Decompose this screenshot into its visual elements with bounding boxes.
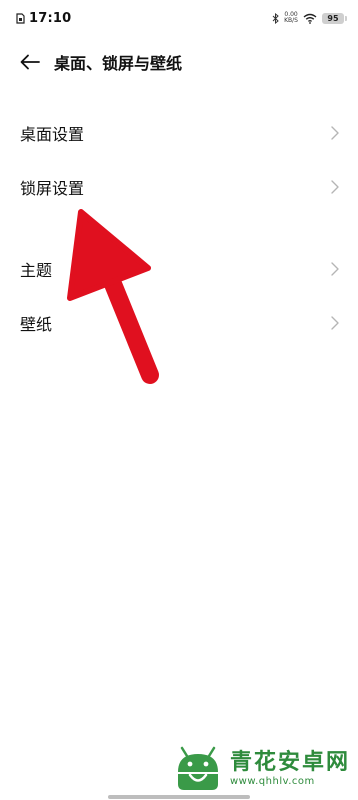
settings-item-label: 主题 bbox=[20, 261, 53, 280]
settings-list: 桌面设置 锁屏设置 主题 壁纸 bbox=[0, 106, 358, 350]
list-section-gap bbox=[0, 214, 358, 242]
status-right: 0.00 KB/S 95 bbox=[272, 12, 347, 24]
chevron-right-icon bbox=[331, 262, 339, 276]
settings-item-desktop[interactable]: 桌面设置 bbox=[0, 106, 358, 160]
settings-item-theme[interactable]: 主题 bbox=[0, 242, 358, 296]
settings-item-label: 锁屏设置 bbox=[20, 179, 85, 198]
network-speed: 0.00 KB/S bbox=[284, 12, 298, 24]
chevron-right-icon bbox=[331, 126, 339, 140]
wifi-icon bbox=[303, 13, 317, 24]
settings-item-wallpaper[interactable]: 壁纸 bbox=[0, 296, 358, 350]
settings-item-label: 桌面设置 bbox=[20, 125, 85, 144]
android-logo-icon bbox=[178, 746, 218, 790]
battery-level: 95 bbox=[327, 13, 339, 23]
settings-item-lockscreen[interactable]: 锁屏设置 bbox=[0, 160, 358, 214]
status-bar: 17:10 0.00 KB/S 95 bbox=[0, 0, 358, 40]
back-arrow-icon bbox=[20, 54, 40, 70]
page-title: 桌面、锁屏与壁纸 bbox=[54, 54, 183, 73]
sim-card-icon bbox=[16, 13, 25, 24]
back-button[interactable] bbox=[14, 48, 46, 76]
home-indicator[interactable] bbox=[108, 795, 250, 799]
watermark-text: 青花安卓网 www.qhhlv.com bbox=[230, 749, 351, 787]
bluetooth-icon bbox=[272, 12, 279, 24]
status-left: 17:10 bbox=[16, 11, 71, 26]
chevron-right-icon bbox=[331, 316, 339, 330]
watermark: 青花安卓网 www.qhhlv.com bbox=[172, 744, 350, 794]
header: 桌面、锁屏与壁纸 bbox=[0, 40, 358, 84]
status-time: 17:10 bbox=[29, 11, 72, 26]
settings-item-label: 壁纸 bbox=[20, 315, 53, 334]
watermark-name: 青花安卓网 bbox=[230, 749, 351, 775]
net-speed-unit: KB/S bbox=[284, 17, 298, 24]
chevron-right-icon bbox=[331, 180, 339, 194]
watermark-url: www.qhhlv.com bbox=[230, 775, 315, 787]
battery-icon: 95 bbox=[322, 12, 347, 24]
